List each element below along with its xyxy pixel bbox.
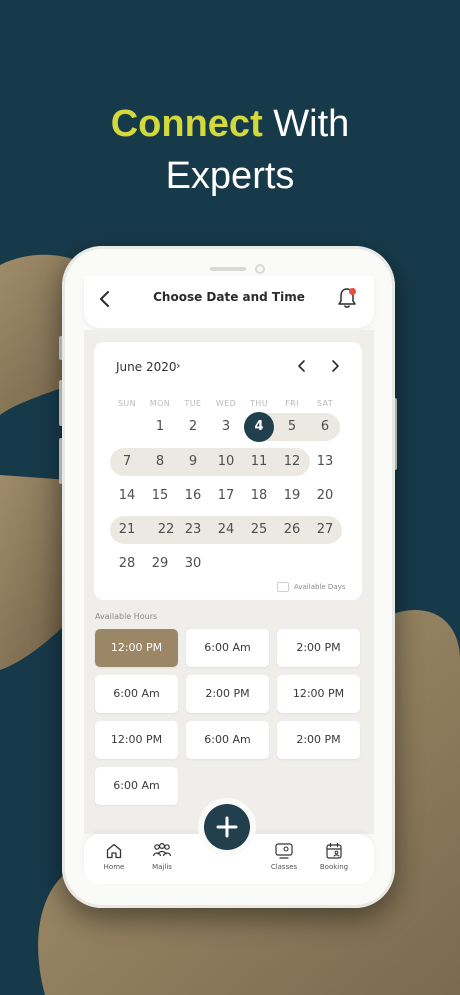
calendar-day[interactable]: 13 <box>310 447 340 477</box>
calendar-day[interactable]: 11 <box>244 447 274 477</box>
time-slot[interactable]: 2:00 PM <box>277 629 360 667</box>
available-days-legend: Available Days <box>294 583 346 591</box>
calendar-day[interactable]: 27 <box>310 515 340 545</box>
phone-mockup: Choose Date and Time June 2020 › SUN MON… <box>62 246 395 908</box>
calendar-day-selected[interactable]: 4 <box>244 412 274 442</box>
weekday-label: FRI <box>285 399 299 408</box>
chevron-left-icon[interactable] <box>295 358 309 374</box>
calendar-day[interactable]: 21 <box>112 515 142 545</box>
chevron-right-icon[interactable] <box>328 358 342 374</box>
calendar-day[interactable]: 12 <box>277 447 307 477</box>
home-icon <box>106 843 122 859</box>
app-header: Choose Date and Time <box>84 276 374 328</box>
calendar-day[interactable]: 28 <box>112 549 142 579</box>
classes-icon <box>275 843 293 859</box>
headline-accent: Connect <box>110 103 263 145</box>
calendar-day[interactable]: 19 <box>277 481 307 511</box>
weekday-label: TUE <box>184 399 202 408</box>
headline-rest: With <box>273 103 350 145</box>
nav-booking[interactable]: Booking <box>312 842 356 871</box>
calendar-day[interactable]: 29 <box>145 549 175 579</box>
calendar-day[interactable]: 18 <box>244 481 274 511</box>
nav-home[interactable]: Home <box>92 842 136 871</box>
time-slot[interactable]: 12:00 PM <box>95 721 178 759</box>
weekday-label: WED <box>215 399 237 408</box>
nav-classes[interactable]: Classes <box>262 842 306 871</box>
calendar-day[interactable]: 25 <box>244 515 274 545</box>
add-button[interactable] <box>204 804 250 850</box>
calendar-day[interactable]: 5 <box>277 412 307 442</box>
calendar-card: June 2020 › SUN MON TUE WED THU FRI SAT … <box>94 342 362 600</box>
calendar-day[interactable]: 16 <box>178 481 208 511</box>
majlis-icon <box>152 842 172 857</box>
time-slot[interactable]: 6:00 Am <box>95 767 178 805</box>
time-slot[interactable]: 6:00 Am <box>186 721 269 759</box>
time-slot[interactable]: 6:00 Am <box>95 675 178 713</box>
calendar-day[interactable]: 30 <box>178 549 208 579</box>
calendar-day[interactable]: 20 <box>310 481 340 511</box>
time-slot[interactable]: 12:00 PM <box>277 675 360 713</box>
nav-home-label: Home <box>103 863 125 871</box>
calendar-day[interactable]: 17 <box>211 481 241 511</box>
calendar-day[interactable]: 9 <box>178 447 208 477</box>
time-slot[interactable]: 2:00 PM <box>277 721 360 759</box>
calendar-day[interactable]: 22 <box>151 515 181 545</box>
headline-line-1: Connect With <box>0 98 460 150</box>
available-hours-label: Available Hours <box>95 612 158 621</box>
calendar-day[interactable]: 24 <box>211 515 241 545</box>
calendar-day[interactable]: 26 <box>277 515 307 545</box>
phone-camera <box>255 264 265 274</box>
page-title: Choose Date and Time <box>153 290 305 304</box>
calendar-day[interactable]: 14 <box>112 481 142 511</box>
calendar-day[interactable]: 2 <box>178 412 208 442</box>
month-caret-icon[interactable]: › <box>176 359 180 372</box>
phone-speaker <box>210 267 246 271</box>
calendar-day[interactable]: 3 <box>211 412 241 442</box>
weekday-label: MON <box>149 399 171 408</box>
booking-content: June 2020 › SUN MON TUE WED THU FRI SAT … <box>84 330 374 834</box>
nav-classes-label: Classes <box>270 863 298 871</box>
calendar-day[interactable]: 23 <box>178 515 208 545</box>
time-slot-selected[interactable]: 12:00 PM <box>95 629 178 667</box>
time-slot[interactable]: 6:00 Am <box>186 629 269 667</box>
calendar-day[interactable]: 7 <box>112 447 142 477</box>
month-label[interactable]: June 2020 <box>116 360 177 374</box>
booking-icon <box>326 842 342 859</box>
headline-line-2: Experts <box>165 155 295 197</box>
calendar-day[interactable]: 10 <box>211 447 241 477</box>
nav-majlis-label: Majlis <box>152 863 172 871</box>
time-slot[interactable]: 2:00 PM <box>186 675 269 713</box>
weekday-label: SUN <box>117 399 137 408</box>
calendar-day[interactable]: 15 <box>145 481 175 511</box>
weekday-label: SAT <box>316 399 334 408</box>
weekday-label: THU <box>250 399 268 408</box>
notification-badge <box>349 288 356 295</box>
headline: Connect With Experts <box>0 98 460 202</box>
calendar-day[interactable]: 8 <box>145 447 175 477</box>
calendar-day[interactable]: 6 <box>310 412 340 442</box>
nav-majlis[interactable]: Majlis <box>140 842 184 871</box>
calendar-day[interactable]: 1 <box>145 412 175 442</box>
plus-icon <box>216 816 238 838</box>
nav-booking-label: Booking <box>319 863 349 871</box>
available-days-legend-icon <box>277 582 289 592</box>
